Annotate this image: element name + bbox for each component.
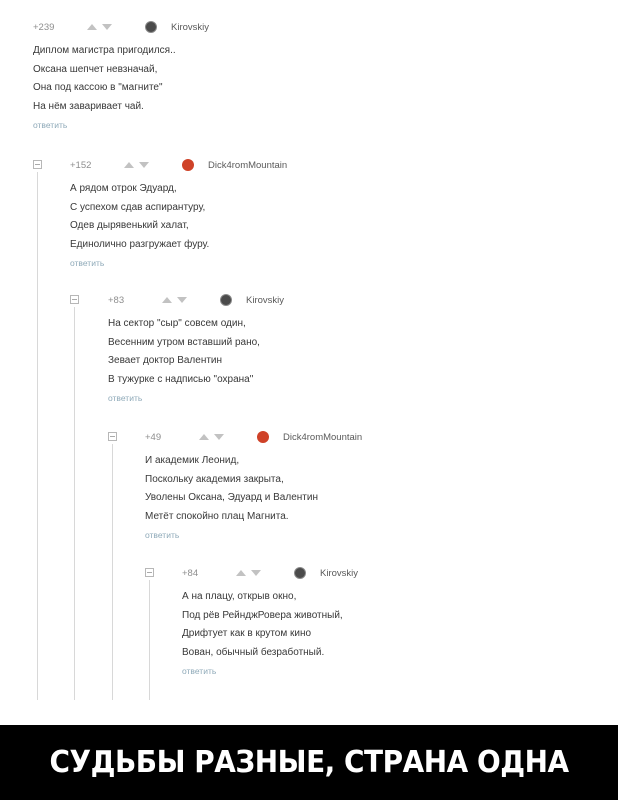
reply-link[interactable]: ответить xyxy=(70,258,287,268)
upvote-icon[interactable] xyxy=(87,24,97,30)
comment-2: +152 Dick4romMountain А рядом отрок Эдуа… xyxy=(70,158,287,268)
comment-header: +84 Kirovskiy xyxy=(182,566,358,580)
comment-line: Под рёв РейнджРовера животный, xyxy=(182,609,343,621)
avatar[interactable] xyxy=(182,159,194,171)
comment-header: +152 Dick4romMountain xyxy=(70,158,287,172)
downvote-icon[interactable] xyxy=(139,162,149,168)
comment-body: А на плацу, открыв окно, Под рёв РейнджР… xyxy=(182,588,358,662)
upvote-icon[interactable] xyxy=(236,570,246,576)
caption-banner: СУДЬБЫ РАЗНЫЕ, СТРАНА ОДНА xyxy=(0,725,618,800)
comment-line: Зевает доктор Валентин xyxy=(108,355,223,367)
comment-4: +49 Dick4romMountain И академик Леонид, … xyxy=(145,430,362,540)
comment-line: Метёт спокойно плац Магнита. xyxy=(145,510,289,522)
comment-line: На нём заваривает чай. xyxy=(33,100,144,112)
comment-header: +49 Dick4romMountain xyxy=(145,430,362,444)
vote-controls xyxy=(87,24,145,30)
thread-line-1 xyxy=(37,172,38,700)
reply-link[interactable]: ответить xyxy=(33,120,209,130)
comment-line: А рядом отрок Эдуард, xyxy=(70,183,177,194)
collapse-toggle-1[interactable] xyxy=(33,160,42,169)
comment-line: Весенним утром вставший рано, xyxy=(108,336,260,348)
vote-controls xyxy=(236,570,294,576)
downvote-icon[interactable] xyxy=(102,24,112,30)
reply-link[interactable]: ответить xyxy=(145,530,362,540)
comment-3: +83 Kirovskiy На сектор "сыр" совсем оди… xyxy=(108,293,284,403)
comment-line: Она под кассою в "магните" xyxy=(33,82,163,94)
upvote-icon[interactable] xyxy=(199,434,209,440)
comment-line: Диплом магистра пригодился.. xyxy=(33,45,176,56)
comment-rating: +83 xyxy=(108,294,125,306)
comment-rating: +84 xyxy=(182,567,199,579)
vote-controls xyxy=(162,297,220,303)
reply-link[interactable]: ответить xyxy=(182,666,358,676)
comment-line: Одев дырявенький халат, xyxy=(70,220,189,232)
comment-1: +239 Kirovskiy Диплом магистра пригодилс… xyxy=(33,20,209,130)
comment-body: А рядом отрок Эдуард, С успехом сдав асп… xyxy=(70,180,287,254)
comment-line: Оксана шепчет невзначай, xyxy=(33,63,158,75)
upvote-icon[interactable] xyxy=(124,162,134,168)
avatar[interactable] xyxy=(294,567,306,579)
avatar[interactable] xyxy=(145,21,157,33)
comment-author[interactable]: Kirovskiy xyxy=(246,295,284,306)
comment-header: +83 Kirovskiy xyxy=(108,293,284,307)
comment-author[interactable]: Dick4romMountain xyxy=(283,432,362,443)
comment-line: А на плацу, открыв окно, xyxy=(182,591,297,602)
comment-line: Единолично разгружает фуру. xyxy=(70,238,210,250)
comment-line: И академик Леонид, xyxy=(145,455,240,466)
comment-author[interactable]: Kirovskiy xyxy=(320,568,358,579)
comment-rating: +239 xyxy=(33,21,55,33)
comment-author[interactable]: Kirovskiy xyxy=(171,22,209,33)
collapse-toggle-4[interactable] xyxy=(145,568,154,577)
comment-5: +84 Kirovskiy А на плацу, открыв окно, П… xyxy=(182,566,358,676)
comment-author[interactable]: Dick4romMountain xyxy=(208,160,287,171)
comment-line: Дрифтует как в крутом кино xyxy=(182,628,312,640)
comment-line: В тужурке с надписью "охрана" xyxy=(108,373,254,385)
comment-rating: +49 xyxy=(145,431,162,443)
comment-line: Поскольку академия закрыта, xyxy=(145,473,284,485)
downvote-icon[interactable] xyxy=(251,570,261,576)
comment-body: На сектор "сыр" совсем один, Весенним ут… xyxy=(108,315,284,389)
comment-rating: +152 xyxy=(70,159,92,171)
comment-body: Диплом магистра пригодился.. Оксана шепч… xyxy=(33,42,209,116)
avatar[interactable] xyxy=(220,294,232,306)
comment-header: +239 Kirovskiy xyxy=(33,20,209,34)
downvote-icon[interactable] xyxy=(177,297,187,303)
comment-line: Уволены Оксана, Эдуард и Валентин xyxy=(145,492,318,504)
comment-line: С успехом сдав аспирантуру, xyxy=(70,201,206,213)
thread-line-4 xyxy=(149,580,150,700)
vote-controls xyxy=(124,162,182,168)
vote-controls xyxy=(199,434,257,440)
collapse-toggle-3[interactable] xyxy=(108,432,117,441)
comment-body: И академик Леонид, Поскольку академия за… xyxy=(145,452,362,526)
thread-line-3 xyxy=(112,444,113,700)
reply-link[interactable]: ответить xyxy=(108,393,284,403)
upvote-icon[interactable] xyxy=(162,297,172,303)
thread-line-2 xyxy=(74,307,75,700)
collapse-toggle-2[interactable] xyxy=(70,295,79,304)
caption-text: СУДЬБЫ РАЗНЫЕ, СТРАНА ОДНА xyxy=(49,745,569,780)
avatar[interactable] xyxy=(257,431,269,443)
comment-line: Вован, обычный безработный. xyxy=(182,646,325,658)
downvote-icon[interactable] xyxy=(214,434,224,440)
comment-line: На сектор "сыр" совсем один, xyxy=(108,318,246,329)
